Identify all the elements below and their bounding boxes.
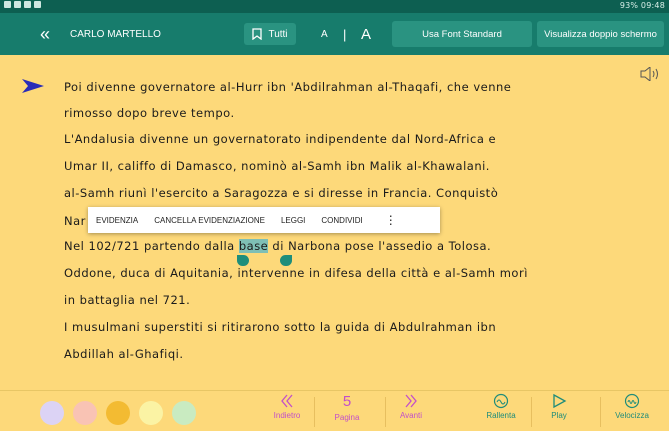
divider bbox=[314, 397, 315, 427]
divider bbox=[600, 397, 601, 427]
standard-font-button[interactable]: Usa Font Standard bbox=[392, 21, 532, 47]
notification-icon bbox=[24, 1, 31, 8]
bookmark-label: Tutti bbox=[268, 28, 288, 40]
dual-screen-button[interactable]: Visualizza doppio schermo bbox=[537, 21, 664, 47]
notification-icon bbox=[14, 1, 21, 8]
slow-down-label: Rallenta bbox=[486, 411, 516, 420]
page-indicator: 5 Pagina bbox=[322, 393, 372, 431]
text-line: Umar II, califfo di Damasco, nominò al-S… bbox=[64, 159, 490, 173]
color-swatch-yellow[interactable] bbox=[106, 401, 130, 425]
user-name: CARLO MARTELLO bbox=[70, 28, 161, 40]
prev-page-label: Indietro bbox=[273, 411, 301, 420]
play-icon bbox=[553, 393, 567, 409]
speed-up-label: Velocizza bbox=[615, 411, 649, 420]
text-line: Poi divenne governatore al-Hurr ibn 'Abd… bbox=[64, 80, 512, 94]
reading-area: Poi divenne governatore al-Hurr ibn 'Abd… bbox=[0, 55, 669, 390]
bookmark-filter-button[interactable]: Tutti bbox=[244, 23, 296, 45]
text-segment: di Narbona pose l'assedio a Tolosa. bbox=[268, 239, 492, 253]
speed-up-button[interactable]: Velocizza bbox=[607, 393, 657, 431]
share-menu-item[interactable]: CONDIVIDI bbox=[313, 216, 370, 225]
selection-start-handle[interactable] bbox=[237, 255, 249, 266]
play-label: Play bbox=[551, 411, 567, 420]
read-menu-item[interactable]: LEGGI bbox=[273, 216, 313, 225]
back-chevron-icon[interactable]: « bbox=[40, 13, 50, 55]
bookmark-icon bbox=[252, 28, 263, 40]
text-line: Abdillah al-Ghafiqi. bbox=[64, 347, 184, 361]
highlight-menu-item[interactable]: EVIDENZIA bbox=[88, 216, 146, 225]
text-line: Nel 102/721 partendo dalla base di Narbo… bbox=[64, 239, 491, 253]
notification-icon bbox=[34, 1, 41, 8]
text-context-menu: EVIDENZIA CANCELLA EVIDENZIAZIONE LEGGI … bbox=[88, 207, 440, 233]
current-line-pointer-icon bbox=[22, 79, 44, 93]
app-toolbar: « CARLO MARTELLO Tutti A | A Usa Font St… bbox=[0, 13, 669, 55]
page-number: 5 bbox=[342, 393, 352, 410]
text-line: in battaglia nel 721. bbox=[64, 293, 191, 307]
color-swatch-light-yellow[interactable] bbox=[139, 401, 163, 425]
text-line: I musulmani superstiti si ritirarono sot… bbox=[64, 320, 497, 334]
font-decrease-button[interactable]: A bbox=[321, 13, 328, 55]
font-separator: | bbox=[343, 26, 347, 42]
text-line: rimosso dopo breve tempo. bbox=[64, 106, 235, 120]
text-line: L'Andalusia divenne un governatorato ind… bbox=[64, 132, 497, 146]
color-swatch-lavender[interactable] bbox=[40, 401, 64, 425]
page-label: Pagina bbox=[334, 413, 360, 422]
slow-down-icon bbox=[493, 393, 509, 409]
double-chevron-left-icon bbox=[281, 394, 293, 408]
bottom-bar: Indietro 5 Pagina Avanti Rallenta Play V… bbox=[0, 390, 669, 431]
double-chevron-right-icon bbox=[405, 394, 417, 408]
color-swatch-green[interactable] bbox=[172, 401, 196, 425]
selection-end-handle[interactable] bbox=[280, 255, 292, 266]
notification-icon bbox=[4, 1, 11, 8]
speed-up-icon bbox=[624, 393, 640, 409]
notification-icons bbox=[4, 1, 41, 8]
slow-down-button[interactable]: Rallenta bbox=[476, 393, 526, 431]
more-options-icon[interactable]: ⋮ bbox=[371, 213, 403, 227]
clear-highlight-menu-item[interactable]: CANCELLA EVIDENZIAZIONE bbox=[146, 216, 273, 225]
font-increase-button[interactable]: A bbox=[361, 13, 371, 55]
divider bbox=[531, 397, 532, 427]
battery-clock: 93% 09:48 bbox=[619, 1, 665, 10]
color-swatch-pink[interactable] bbox=[73, 401, 97, 425]
prev-page-button[interactable]: Indietro bbox=[262, 393, 312, 431]
next-page-label: Avanti bbox=[399, 411, 423, 420]
text-line: al-Samh riunì l'esercito a Saragozza e s… bbox=[64, 186, 499, 200]
status-bar: 93% 09:48 bbox=[0, 0, 669, 13]
speaker-icon[interactable] bbox=[640, 67, 662, 81]
text-segment: Nel 102/721 partendo dalla bbox=[64, 239, 239, 253]
text-line: Oddone, duca di Aquitania, intervenne in… bbox=[64, 266, 528, 280]
selected-word[interactable]: base bbox=[238, 239, 269, 253]
text-line: Nar bbox=[64, 214, 86, 228]
next-page-button[interactable]: Avanti bbox=[386, 393, 436, 431]
play-button[interactable]: Play bbox=[534, 393, 584, 431]
